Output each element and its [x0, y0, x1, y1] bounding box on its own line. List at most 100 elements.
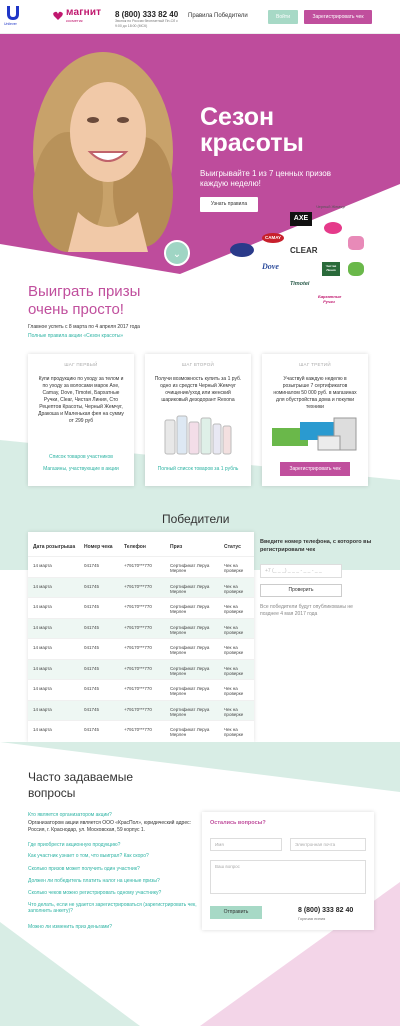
cell-status: Чек на проверке — [224, 686, 244, 696]
faq-question[interactable]: Должен ли победитель платить налог на це… — [28, 878, 198, 884]
question-form: Остались вопросы? Имя Электронная почта … — [202, 812, 374, 930]
cell-date: 14 марта — [33, 624, 52, 630]
table-row: 14 марта 041745 +79170***770 Сертификат Лер… — [28, 720, 254, 741]
brand-dove: Dove — [262, 262, 279, 271]
hotline-phone[interactable]: 8 (800) 333 82 40 — [298, 907, 353, 914]
products-image — [164, 415, 232, 455]
promo-dates: Главное успеть с 8 марта по 4 апреля 201… — [28, 324, 140, 330]
table-row: 14 марта 041745 +79170***770 Сертификат Лер… — [28, 638, 254, 659]
cell-status: Чек на проверке — [224, 604, 244, 614]
cell-prize: Сертификат Леруа Мерлен — [170, 563, 210, 573]
cell-date: 14 марта — [33, 563, 52, 568]
brand-clear: CLEAR — [290, 246, 318, 255]
scroll-down-icon[interactable]: ⌄ — [164, 240, 190, 266]
header-phone[interactable]: 8 (800) 333 82 40 — [115, 10, 178, 19]
model-portrait-image — [33, 52, 173, 252]
cell-phone: +79170***770 — [124, 727, 152, 732]
step-card-1: ШАГ ПЕРВЫЙ Купи продукцию по уходу за те… — [28, 354, 134, 486]
winners-note: Все победители будут опубликованы не поз… — [260, 604, 353, 617]
faq-answer-1: Организатором акции является ООО «КрасПо… — [28, 820, 191, 833]
step-card-2: ШАГ ВТОРОЙ Получи возможность купить за … — [145, 354, 251, 486]
faq-question[interactable]: Где приобрести акционную продукцию? — [28, 842, 198, 848]
register-check-button-step[interactable]: Зарегистрировать чек — [280, 462, 350, 476]
learn-rules-button[interactable]: Узнать правила — [200, 197, 258, 212]
register-check-button[interactable]: Зарегистрировать чек — [304, 10, 372, 24]
hero-banner: Сезон красоты Выигрывайте 1 из 7 ценных … — [0, 34, 400, 274]
faq-question[interactable]: Что делать, если не удается зарегистриро… — [28, 902, 198, 914]
faq-title-1: Часто задаваемые — [28, 770, 134, 784]
nav-rules[interactable]: Правила — [188, 13, 212, 19]
brand-axe: AXE — [290, 212, 312, 226]
col-prize: Приз — [170, 544, 183, 550]
nav-winners[interactable]: Победители — [214, 13, 248, 19]
table-row: 14 марта 041745 +79170***770 Сертификат Лер… — [28, 658, 254, 680]
name-field[interactable]: Имя — [210, 838, 282, 851]
send-button[interactable]: Отправить — [210, 906, 262, 919]
brand-black-pearl: Черный Жемчуг — [316, 204, 346, 209]
cell-prize: Сертификат Леруа Мерлен — [170, 624, 210, 635]
cell-prize: Сертификат Леруа Мерлен — [170, 706, 210, 717]
faq-question[interactable]: Как участник узнает о том, что выиграл? … — [28, 853, 198, 859]
table-row: 14 марта 041745 +79170***770 Сертификат Лер… — [28, 576, 254, 598]
unilever-logo-icon — [7, 6, 19, 20]
cell-check: 041745 — [84, 624, 100, 630]
brand-timotei: Timotei — [290, 281, 310, 287]
brand-sub: косметик — [66, 18, 83, 23]
check-phone-title: Введите номер телефона, с которого вы ре… — [260, 539, 372, 553]
cell-phone: +79170***770 — [124, 604, 152, 609]
cell-phone: +79170***770 — [124, 686, 152, 691]
step-1-text: Купи продукцию по уходу за телом и по ух… — [38, 376, 124, 424]
phone-input[interactable]: +7 (_ _ _) _ _ _ - _ _ - _ _ — [260, 564, 342, 578]
col-draw-date: Дата розыгрыша — [33, 544, 76, 550]
little-fairy-logo-icon — [348, 236, 364, 250]
question-textarea[interactable]: Ваш вопрос — [210, 860, 366, 894]
table-row: 14 марта 041745 +79170***770 Сертификат Лер… — [28, 699, 254, 721]
cell-check: 041745 — [84, 665, 100, 671]
faq-question[interactable]: Сколько чеков можно регистрировать одном… — [28, 890, 198, 896]
col-status: Статус — [224, 544, 241, 550]
cell-check: 041745 — [84, 727, 100, 732]
cell-status: Чек на проверке — [224, 665, 244, 676]
cell-check: 041745 — [84, 645, 100, 650]
faq-question[interactable]: Можно ли изменить приз деньгами? — [28, 924, 198, 930]
participating-products-link[interactable]: Список товаров участников — [28, 454, 134, 460]
brand-camay: CAMAY — [262, 233, 284, 243]
cell-phone: +79170***770 — [124, 706, 152, 712]
cell-date: 14 марта — [33, 665, 52, 671]
cell-phone: +79170***770 — [124, 624, 152, 630]
cell-date: 14 марта — [33, 727, 52, 732]
100-recipes-logo-icon — [324, 222, 342, 234]
full-rules-link[interactable]: Полные правила акции «Сезон красоты» — [28, 333, 123, 339]
hero-title-1: Сезон — [200, 103, 275, 131]
cell-check: 041745 — [84, 563, 100, 568]
one-ruble-products-link[interactable]: Полный список товаров за 1 рубль — [145, 466, 251, 472]
drakosha-logo-icon — [348, 262, 364, 276]
participating-stores-link[interactable]: Магазины, участвующие в акции — [28, 466, 134, 472]
table-row: 14 марта 041745 +79170***770 Сертификат Лер… — [28, 617, 254, 639]
cell-phone: +79170***770 — [124, 645, 152, 650]
login-button[interactable]: Войти — [268, 10, 298, 24]
check-button[interactable]: Проверить — [260, 584, 342, 597]
step-3-heading: ШАГ ТРЕТИЙ — [299, 362, 331, 367]
faq-question-1[interactable]: Кто является организатором акции? — [28, 812, 198, 818]
table-row: 14 марта 041745 +79170***770 Сертификат Лер… — [28, 679, 254, 700]
cell-prize: Сертификат Леруа Мерлен — [170, 727, 210, 737]
brand-logo[interactable]: магнит — [66, 7, 101, 18]
step-1-heading: ШАГ ПЕРВЫЙ — [64, 362, 98, 367]
cell-prize: Сертификат Леруа Мерлен — [170, 665, 210, 676]
faq-question[interactable]: Сколько призов может получить один участ… — [28, 866, 198, 872]
step-3-text: Участвуй каждую неделю в розыгрыше 7 сер… — [273, 376, 357, 410]
cell-prize: Сертификат Леруа Мерлен — [170, 686, 210, 696]
table-row: 14 марта 041745 +79170***770 Сертификат Лер… — [28, 556, 254, 577]
cell-date: 14 марта — [33, 686, 52, 691]
email-field[interactable]: Электронная почта — [290, 838, 366, 851]
cell-check: 041745 — [84, 706, 100, 712]
step-2-heading: ШАГ ВТОРОЙ — [181, 362, 215, 367]
rexona-logo-icon — [230, 243, 254, 257]
brand-clean-line: Чистая Линия — [322, 262, 340, 276]
cell-prize: Сертификат Леруа Мерлен — [170, 583, 210, 594]
col-check-number: Номер чека — [84, 544, 113, 550]
hero-subtitle: Выигрывайте 1 из 7 ценных призов каждую … — [200, 169, 331, 188]
header-phone-note: Звонок по России бесплатный Пн-Сб с 9:00… — [115, 19, 178, 28]
step-2-text: Получи возможность купить за 1 руб. одно… — [154, 376, 242, 403]
